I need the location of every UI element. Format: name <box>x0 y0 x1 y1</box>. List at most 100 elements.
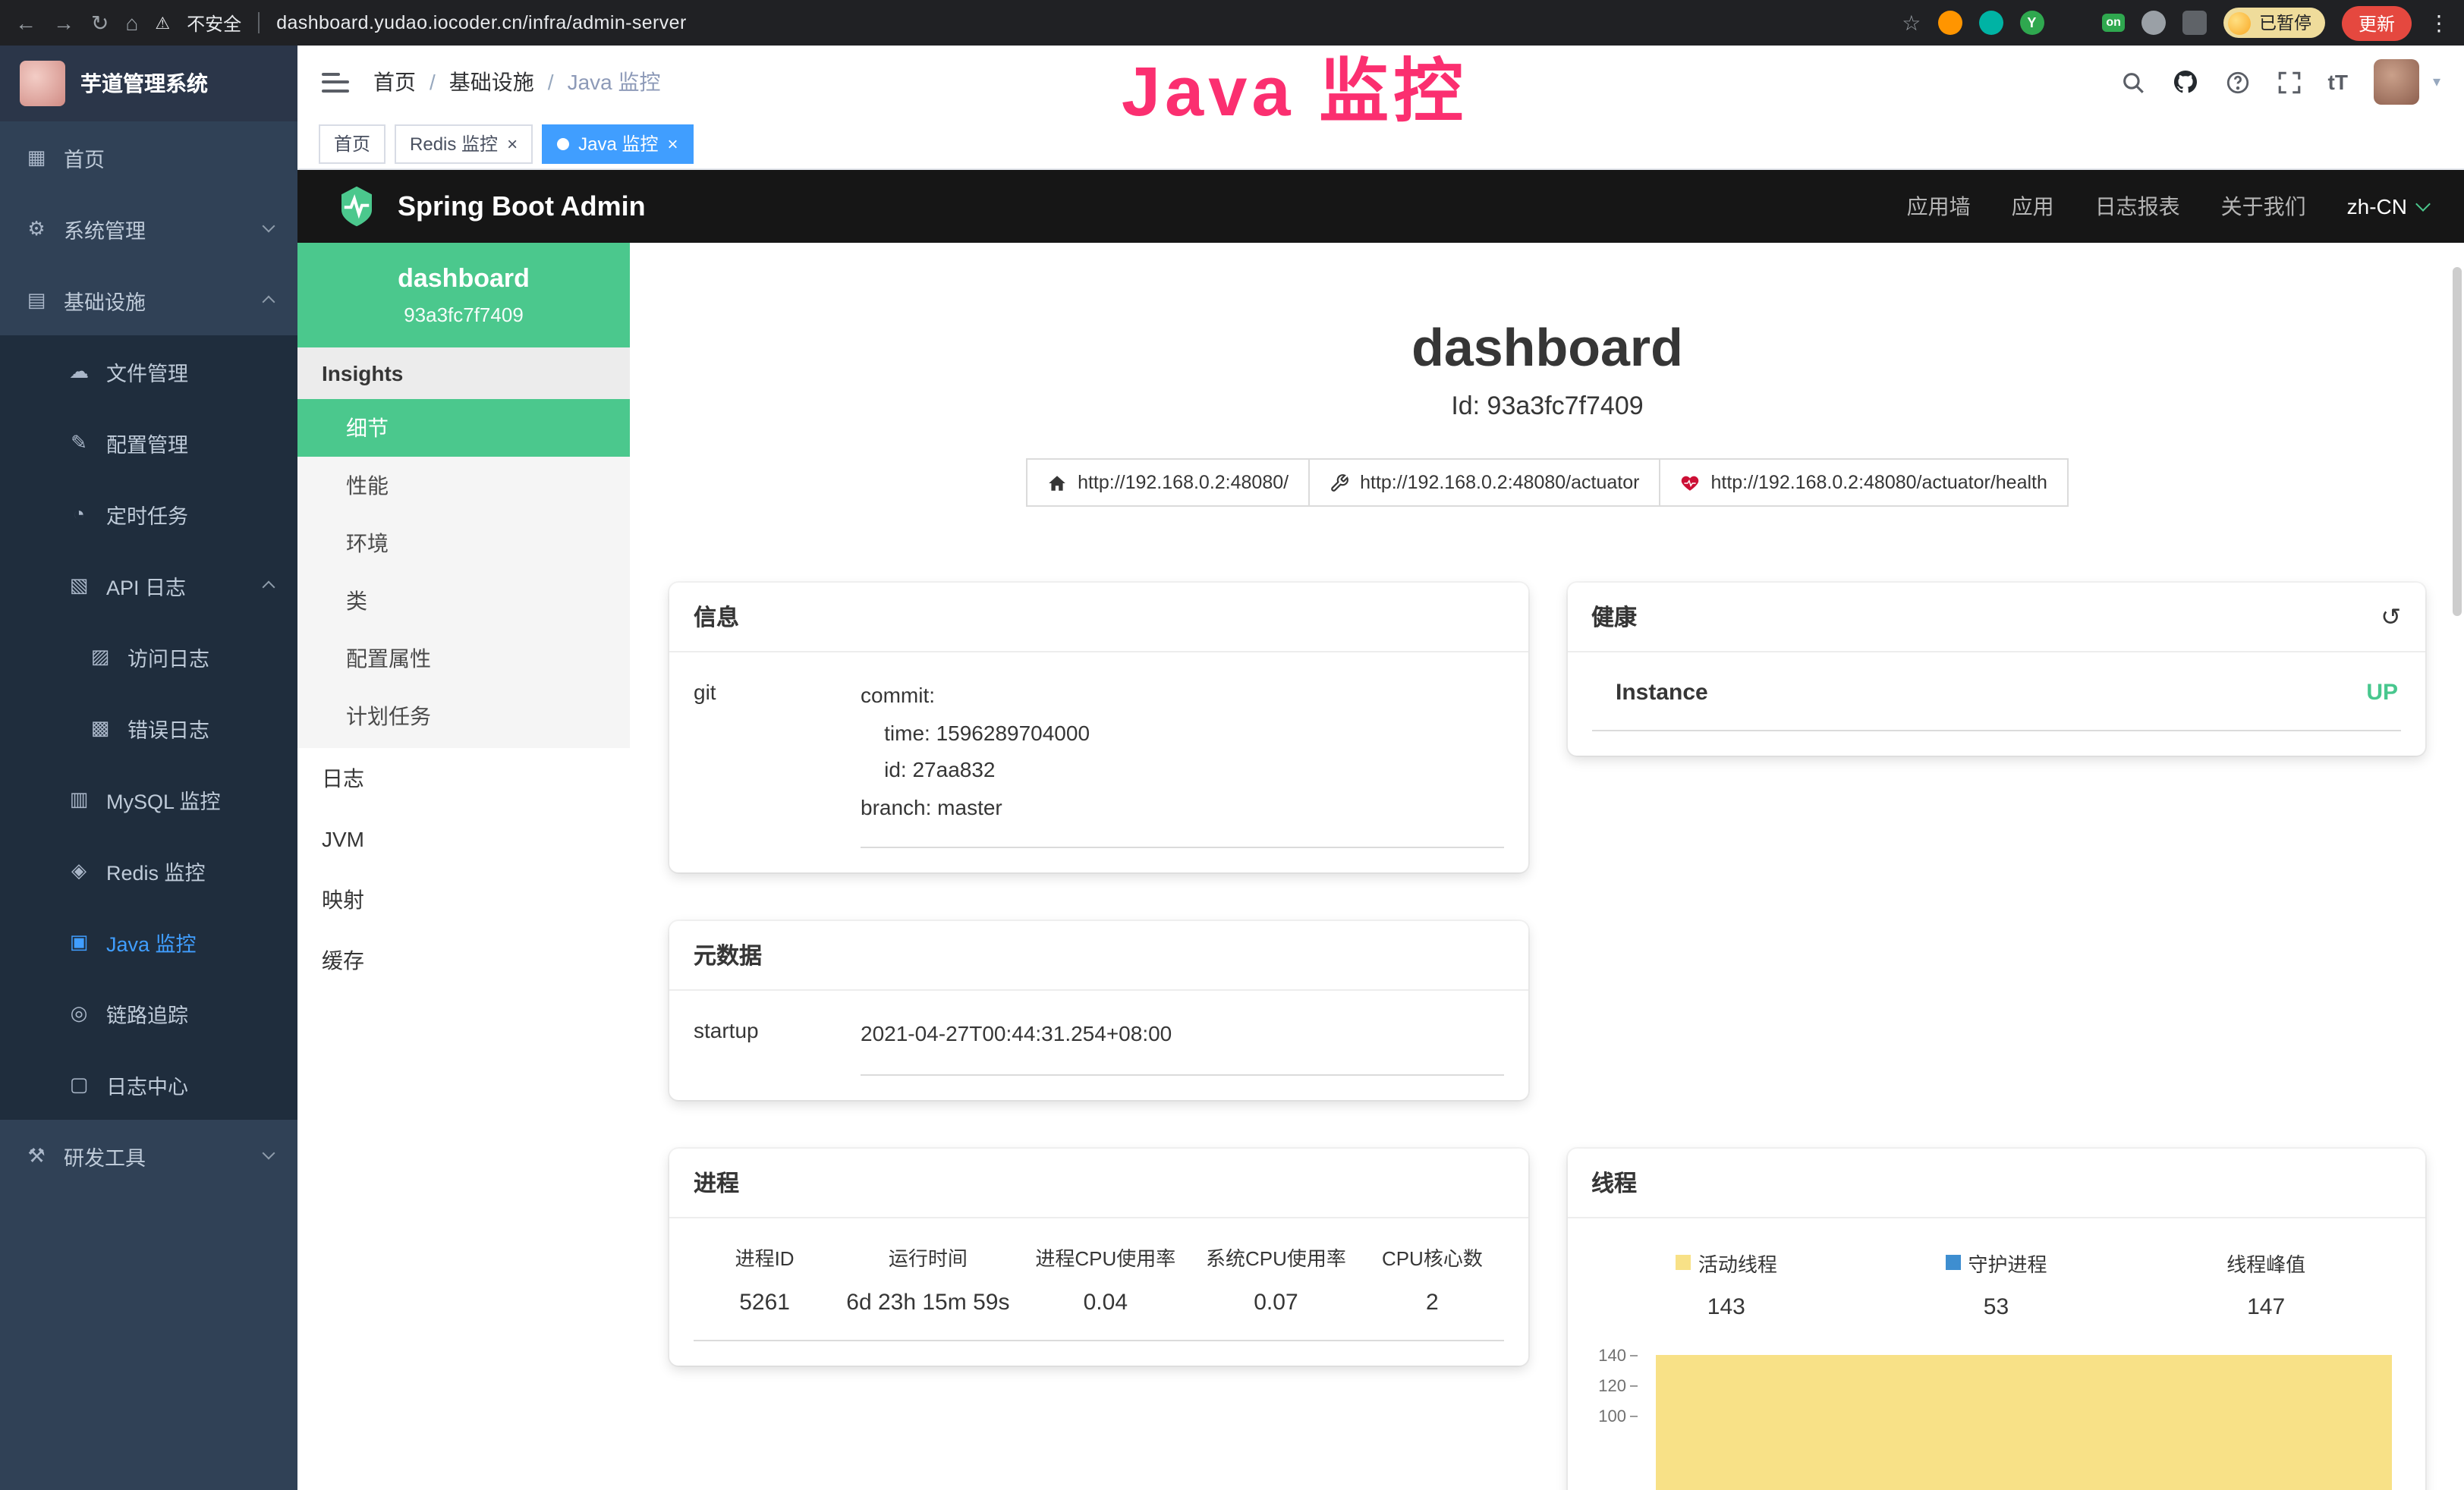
extension-icon[interactable] <box>1978 11 2003 35</box>
extension-icon[interactable] <box>1937 11 1962 35</box>
tab-java-monitor[interactable]: Java 监控 × <box>542 124 693 163</box>
java-monitor-icon: ▣ <box>67 929 91 954</box>
extension-icon[interactable] <box>2060 11 2085 35</box>
extension-on-badge[interactable]: on <box>2101 14 2126 32</box>
url-bar[interactable]: dashboard.yudao.iocoder.cn/infra/admin-s… <box>276 12 687 33</box>
sba-menu-configprops[interactable]: 配置属性 <box>297 630 630 687</box>
page-scrollbar[interactable] <box>2453 267 2462 616</box>
tab-redis-monitor[interactable]: Redis 监控 × <box>395 124 533 163</box>
app-logo[interactable]: 芋道管理系统 <box>0 46 297 121</box>
sba-nav-about[interactable]: 关于我们 <box>2221 191 2306 222</box>
profile-paused-badge[interactable]: 已暂停 <box>2224 8 2325 38</box>
breadcrumb-separator: / <box>430 70 436 94</box>
legend-label: 守护进程 <box>1968 1248 2047 1277</box>
sba-menu-classes[interactable]: 类 <box>297 572 630 630</box>
sidebar-item-config-manage[interactable]: ✎ 配置管理 <box>0 407 297 478</box>
forward-icon[interactable]: → <box>53 12 74 33</box>
sidebar-item-java-monitor[interactable]: ▣ Java 监控 <box>0 906 297 977</box>
sidebar-item-scheduled-jobs[interactable]: ◔ 定时任务 <box>0 478 297 549</box>
close-icon[interactable]: × <box>507 134 518 152</box>
chart-plot-area <box>1655 1344 2392 1490</box>
sidebar-item-system[interactable]: ⚙ 系统管理 <box>0 193 297 264</box>
sba-menu-jvm[interactable]: JVM <box>297 809 630 869</box>
sidebar-item-label: 访问日志 <box>127 641 209 671</box>
back-icon[interactable]: ← <box>15 12 36 33</box>
sidebar-item-error-logs[interactable]: ▩ 错误日志 <box>0 692 297 763</box>
tab-home[interactable]: 首页 <box>319 124 385 163</box>
metadata-key: startup <box>694 1015 861 1075</box>
instance-home-link[interactable]: http://192.168.0.2:48080/ <box>1026 458 1310 507</box>
sidebar-item-access-logs[interactable]: ▨ 访问日志 <box>0 621 297 692</box>
sidebar-submenu-infra: ☁ 文件管理 ✎ 配置管理 ◔ 定时任务 ▧ API 日志 ▨ <box>0 335 297 1120</box>
sba-nav-applications[interactable]: 应用 <box>2012 191 2054 222</box>
sba-nav-wallboard[interactable]: 应用墙 <box>1907 191 1971 222</box>
sba-brand[interactable]: Spring Boot Admin <box>334 184 646 229</box>
instance-links: http://192.168.0.2:48080/ http://192.168… <box>669 458 2425 507</box>
instance-health-link[interactable]: http://192.168.0.2:48080/actuator/health <box>1660 458 2068 507</box>
breadcrumb-item[interactable]: 基础设施 <box>449 67 534 97</box>
sba-nav-journal[interactable]: 日志报表 <box>2095 191 2180 222</box>
wrench-icon <box>1330 473 1349 492</box>
redis-icon: ◈ <box>67 858 91 882</box>
extension-icon[interactable] <box>2142 11 2167 35</box>
log-icon: ▧ <box>67 573 91 597</box>
bookmark-star-icon[interactable]: ☆ <box>1902 12 1921 33</box>
chrome-update-button[interactable]: 更新 <box>2342 5 2412 40</box>
sidebar-toggle-icon[interactable] <box>322 72 349 92</box>
cards-grid: 信息 git commit: time: 1596289704000 id: 2… <box>669 583 2425 1490</box>
breadcrumb-item[interactable]: 首页 <box>373 67 416 97</box>
sba-menu-details[interactable]: 细节 <box>297 399 630 457</box>
sba-menu-environment[interactable]: 环境 <box>297 514 630 572</box>
instance-actuator-link[interactable]: http://192.168.0.2:48080/actuator <box>1310 458 1660 507</box>
sba-menu-caches[interactable]: 缓存 <box>297 930 630 991</box>
sba-menu-logs[interactable]: 日志 <box>297 748 630 809</box>
github-icon[interactable] <box>2172 68 2199 96</box>
font-size-icon[interactable]: tT <box>2328 70 2348 94</box>
home-icon[interactable]: ⌂ <box>125 12 138 33</box>
sidebar-item-tracing[interactable]: ◎ 链路追踪 <box>0 977 297 1048</box>
threads-card: 线程 活动线程 143 守护进程 53 <box>1567 1148 2425 1490</box>
chevron-up-icon <box>263 296 275 309</box>
sidebar-item-dev-tools[interactable]: ⚒ 研发工具 <box>0 1120 297 1191</box>
sidebar-item-mysql-monitor[interactable]: ▥ MySQL 监控 <box>0 763 297 835</box>
help-icon[interactable] <box>2225 69 2251 95</box>
sba-header: Spring Boot Admin 应用墙 应用 日志报表 关于我们 zh-CN <box>297 170 2464 243</box>
card-title: 信息 <box>669 583 1528 652</box>
caret-down-icon[interactable]: ▾ <box>2433 74 2440 90</box>
link-url: http://192.168.0.2:48080/ <box>1078 472 1289 493</box>
fullscreen-icon[interactable] <box>2277 69 2302 95</box>
sidebar-item-log-center[interactable]: ▢ 日志中心 <box>0 1048 297 1120</box>
sidebar-item-label: 链路追踪 <box>106 998 188 1028</box>
user-avatar[interactable] <box>2374 59 2419 105</box>
sidebar-item-label: 文件管理 <box>106 356 188 386</box>
sidebar-item-label: Redis 监控 <box>106 855 206 885</box>
extensions-puzzle-icon[interactable] <box>2183 11 2208 35</box>
process-value: 6d 23h 15m 59s <box>835 1289 1020 1315</box>
sba-language-select[interactable]: zh-CN <box>2347 194 2428 218</box>
sba-menu-metrics[interactable]: 性能 <box>297 457 630 514</box>
health-row: Instance UP <box>1591 677 2401 731</box>
sba-language-value: zh-CN <box>2347 194 2407 218</box>
security-label[interactable]: 不安全 <box>187 10 241 36</box>
threads-chart: 140 120 100 <box>1591 1344 2401 1480</box>
history-icon[interactable]: ↺ <box>2381 602 2401 632</box>
chrome-menu-icon[interactable]: ⋮ <box>2428 10 2450 36</box>
extension-icon[interactable]: Y <box>2019 11 2044 35</box>
instance-id-subtitle: Id: 93a3fc7f7409 <box>669 391 2425 422</box>
sidebar-item-label: 配置管理 <box>106 427 188 457</box>
process-value: 0.07 <box>1191 1289 1361 1315</box>
sidebar-item-redis-monitor[interactable]: ◈ Redis 监控 <box>0 835 297 906</box>
sidebar-item-file-manage[interactable]: ☁ 文件管理 <box>0 335 297 407</box>
sidebar-item-home[interactable]: ▦ 首页 <box>0 121 297 193</box>
legend-label: 活动线程 <box>1698 1248 1777 1277</box>
annotation-title: Java 监控 <box>1122 36 1468 137</box>
reload-icon[interactable]: ↻ <box>91 12 109 33</box>
sba-menu-scheduledtasks[interactable]: 计划任务 <box>297 687 630 745</box>
sidebar-item-infra[interactable]: ▤ 基础设施 <box>0 264 297 335</box>
search-icon[interactable] <box>2120 69 2146 95</box>
app-title: 芋道管理系统 <box>80 68 208 99</box>
close-icon[interactable]: × <box>667 134 678 152</box>
sba-menu-mappings[interactable]: 映射 <box>297 869 630 930</box>
info-value: commit: time: 1596289704000 id: 27aa832 … <box>861 677 1503 848</box>
sidebar-item-api-logs[interactable]: ▧ API 日志 <box>0 549 297 621</box>
